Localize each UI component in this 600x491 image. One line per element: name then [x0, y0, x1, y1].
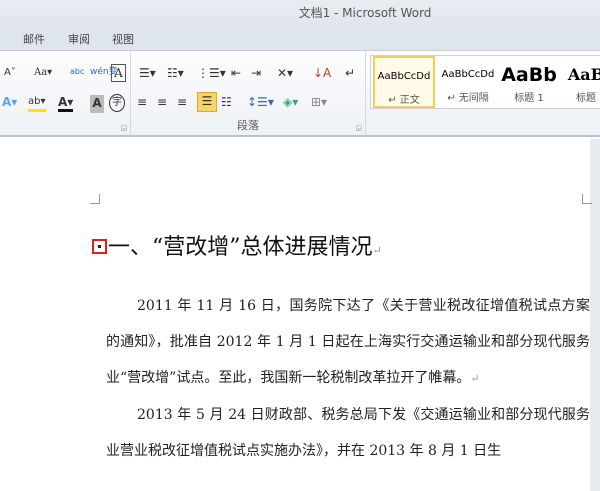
increase-indent-icon[interactable]: ⇥: [251, 65, 261, 83]
heading-1[interactable]: 一、“营改增”总体进展情况↵: [92, 229, 382, 261]
paragraph-group-label: 段落: [237, 119, 259, 132]
shading-icon[interactable]: ◈▾: [283, 94, 298, 112]
style-name: ↵ 正文: [388, 95, 420, 106]
decrease-indent-icon[interactable]: ⇤: [231, 65, 241, 83]
phonetic-guide-icon[interactable]: abc: [70, 64, 84, 82]
distributed-icon[interactable]: ☷: [221, 94, 232, 112]
chinese-layout-icon[interactable]: ✕▾: [277, 65, 293, 83]
margin-corner-mark: [90, 194, 100, 204]
paragraph-mark: ↵: [372, 244, 382, 257]
paragraph-mark: ↵: [470, 372, 480, 385]
paragraph-anchor-icon[interactable]: [92, 238, 107, 254]
dialog-launcher-icon[interactable]: ◲: [120, 124, 127, 132]
ribbon-tabs: 邮件 审阅 视图: [0, 28, 600, 51]
heading-text: 一、“营改增”总体进展情况: [108, 235, 373, 260]
title-bar: 文档1 - Microsoft Word: [0, 0, 600, 28]
window-title: 文档1 - Microsoft Word: [298, 6, 432, 20]
change-case-icon[interactable]: Aa▾: [34, 65, 52, 83]
body-paragraph: 2013 年 5 月 24 日财政部、税务总局下发《交通运输业和部分现代服务业营…: [106, 397, 590, 469]
document-body[interactable]: 2011 年 11 月 16 日，国务院下达了《关于营业税改征增值税试点方案的通…: [106, 288, 590, 469]
margin-corner-mark: [582, 194, 592, 204]
numbering-icon[interactable]: ☷▾: [167, 65, 184, 83]
style-preview: AaBb: [501, 64, 557, 86]
line-spacing-icon[interactable]: ↕☰▾: [247, 94, 274, 112]
style-preview: AaB: [567, 65, 600, 84]
styles-gallery: AaBbCcDd ↵ 正文 AaBbCcDd ↵ 无间隔 AaBb 标题 1 AaB 标…: [370, 55, 600, 109]
style-heading-1[interactable]: AaBb 标题 1: [499, 56, 559, 108]
align-center-icon[interactable]: ≡: [157, 94, 167, 112]
style-name: 标题: [576, 93, 596, 104]
style-name: 标题 1: [514, 93, 544, 104]
character-border-icon[interactable]: A: [111, 64, 126, 82]
shrink-font-icon[interactable]: A˅: [4, 65, 16, 83]
style-no-spacing[interactable]: AaBbCcDd ↵ 无间隔: [437, 56, 499, 108]
text-effect-icon[interactable]: A▾: [2, 94, 17, 112]
style-preview: AaBbCcDd: [441, 69, 495, 80]
font-group: A˅ Aa▾ abc wén变 A A▾ ab▾ A▾ A 字 ◲: [0, 51, 131, 136]
align-left-icon[interactable]: ≡: [137, 94, 147, 112]
enclose-characters-icon[interactable]: 字: [109, 94, 125, 112]
dialog-launcher-icon[interactable]: ◲: [355, 124, 362, 132]
character-shading-icon[interactable]: A: [90, 95, 104, 113]
borders-icon[interactable]: ⊞▾: [311, 94, 327, 112]
multilevel-list-icon[interactable]: ⋮☰▾: [197, 65, 226, 83]
show-marks-icon[interactable]: ↵: [345, 65, 355, 83]
style-preview: AaBbCcDd: [377, 71, 431, 82]
paragraph-group: ☰▾ ☷▾ ⋮☰▾ ⇤ ⇥ ✕▾ ↓A ↵ ≡ ≡ ≡ ☰ ☷ ↕☰▾ ◈▾ ⊞…: [131, 51, 366, 136]
ribbon: A˅ Aa▾ abc wén变 A A▾ ab▾ A▾ A 字 ◲ ☰▾ ☷▾ …: [0, 50, 600, 137]
style-normal[interactable]: AaBbCcDd ↵ 正文: [373, 56, 435, 108]
tab-review[interactable]: 审阅: [68, 31, 90, 47]
page-gutter: [590, 139, 600, 491]
style-heading[interactable]: AaB 标题: [561, 56, 600, 108]
sort-icon[interactable]: ↓A: [313, 65, 331, 83]
paragraph-text: 2011 年 11 月 16 日，国务院下达了《关于营业税改征增值税试点方案的通…: [106, 298, 590, 386]
tab-view[interactable]: 视图: [112, 31, 134, 47]
paragraph-text: 2013 年 5 月 24 日财政部、税务总局下发《交通运输业和部分现代服务业营…: [106, 407, 590, 459]
style-name: ↵ 无间隔: [447, 93, 489, 104]
align-right-icon[interactable]: ≡: [177, 94, 187, 112]
font-color-icon[interactable]: A▾: [58, 94, 74, 112]
bullets-icon[interactable]: ☰▾: [139, 65, 156, 83]
tab-mailings[interactable]: 邮件: [23, 31, 45, 47]
highlight-icon[interactable]: ab▾: [28, 94, 46, 112]
justify-icon[interactable]: ☰: [197, 92, 217, 112]
body-paragraph: 2011 年 11 月 16 日，国务院下达了《关于营业税改征增值税试点方案的通…: [106, 288, 590, 397]
